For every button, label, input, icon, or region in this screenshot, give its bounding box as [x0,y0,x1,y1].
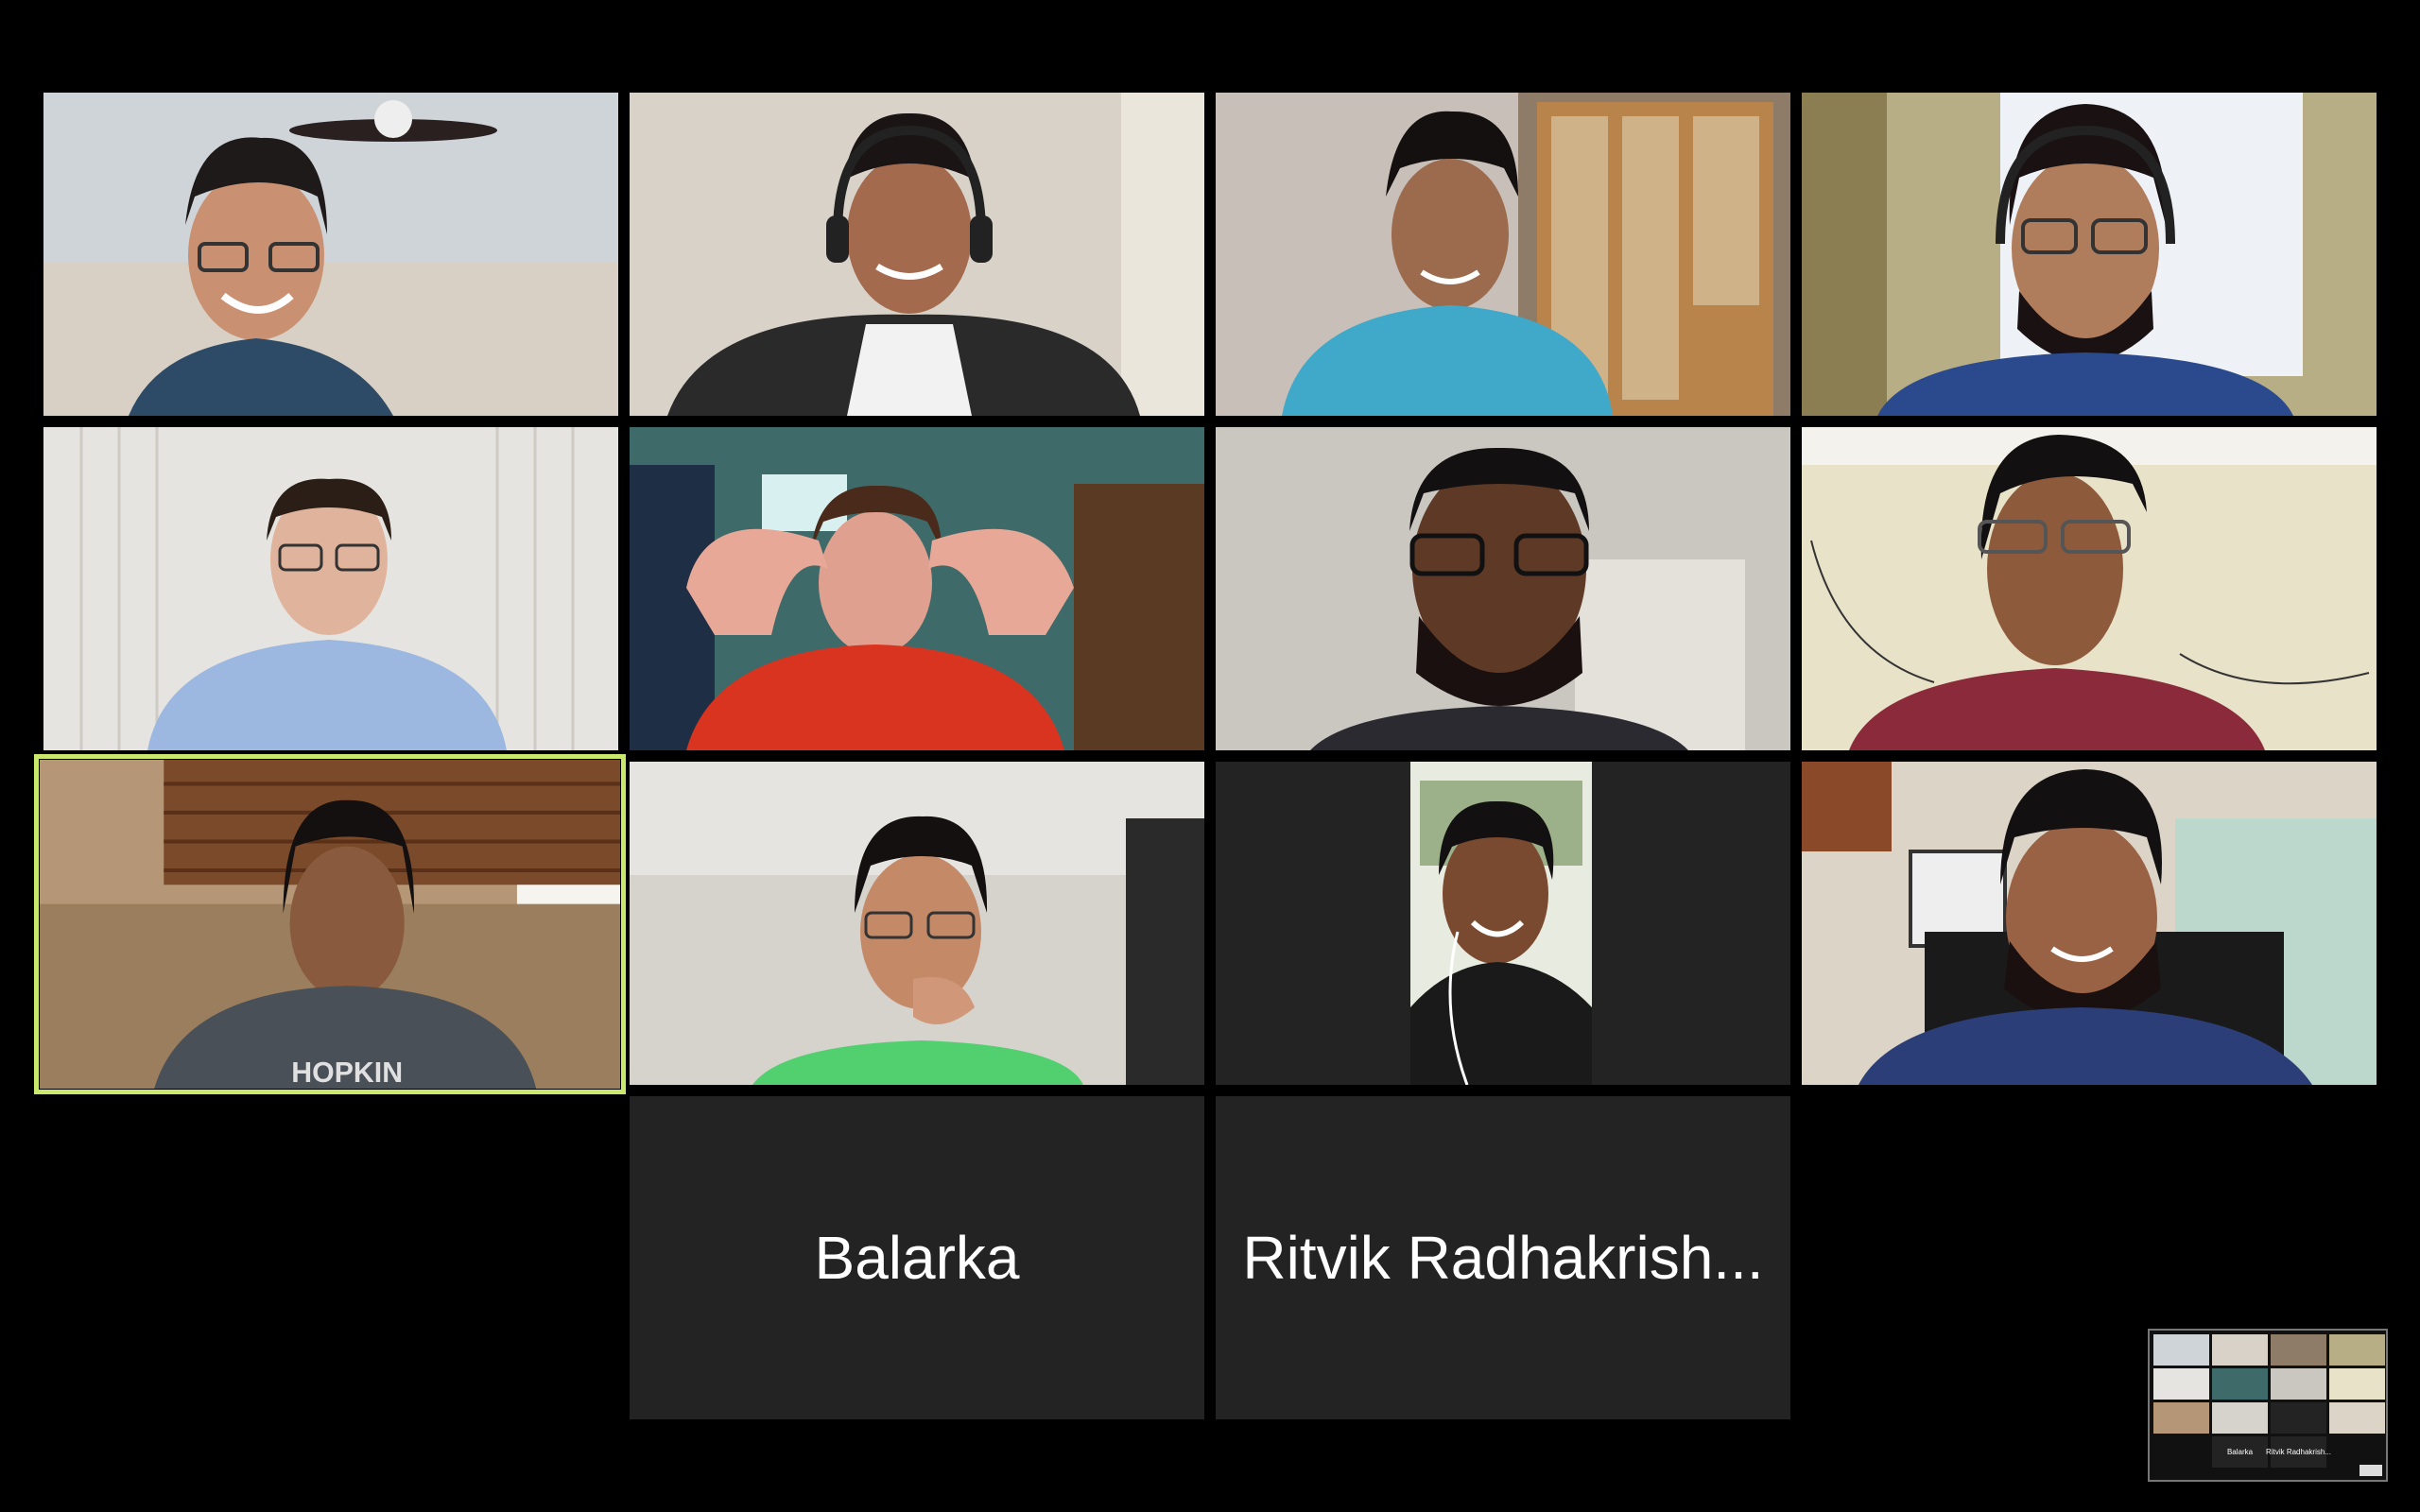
participant-4-avatar [1802,93,2377,416]
participant-video-3[interactable] [1216,93,1790,416]
mini-view-toggle-icon[interactable] [2360,1465,2382,1476]
mini-cell [2153,1334,2209,1366]
mini-cell [2153,1402,2209,1434]
participant-1-avatar [43,93,618,416]
mini-cell [2153,1368,2209,1400]
mini-name-ritvik: Ritvik Radhakrish... [2266,1436,2331,1468]
participant-3-avatar [1216,93,1790,416]
participant-11-portrait-frame [1410,762,1592,1085]
participant-6-avatar [630,427,1204,750]
mini-cell [2329,1334,2385,1366]
participant-name: Balarka [814,1224,1020,1292]
mini-cell [2329,1368,2385,1400]
participant-12-avatar [1802,762,2377,1085]
participant-video-7[interactable] [1216,427,1790,750]
participant-video-8[interactable] [1802,427,2377,750]
mini-cell [2212,1368,2268,1400]
participant-video-6[interactable] [630,427,1204,750]
participant-7-avatar [1216,427,1790,750]
participant-5-avatar [43,427,618,750]
participant-8-avatar [1802,427,2377,750]
mini-cell [2271,1402,2326,1434]
participant-video-9-active-speaker[interactable]: HOPKIN [34,754,626,1094]
participant-video-4[interactable] [1802,93,2377,416]
participant-name-tile-ritvik[interactable]: Ritvik Radhakrish... [1216,1096,1790,1419]
participant-video-10[interactable] [630,762,1204,1085]
participant-9-avatar: HOPKIN [40,760,620,1089]
mini-cell [2329,1402,2385,1434]
mini-cell [2212,1334,2268,1366]
mini-name-balarka: Balarka [2212,1436,2268,1468]
participant-video-5[interactable] [43,427,618,750]
hoodie-print: HOPKIN [291,1057,403,1089]
participant-video-2[interactable] [630,93,1204,416]
participant-name: Ritvik Radhakrish... [1242,1224,1764,1292]
participant-11-avatar [1410,762,1592,1085]
participant-10-avatar [630,762,1204,1085]
participant-video-11[interactable] [1216,762,1790,1085]
mini-cell [2212,1402,2268,1434]
participant-video-12[interactable] [1802,762,2377,1085]
mini-cell [2271,1368,2326,1400]
participant-2-avatar [630,93,1204,416]
mini-cell [2271,1334,2326,1366]
mini-gallery-thumbnail[interactable]: Balarka Ritvik Radhakrish... [2148,1329,2388,1482]
participant-name-tile-balarka[interactable]: Balarka [630,1096,1204,1419]
participant-video-1[interactable] [43,93,618,416]
